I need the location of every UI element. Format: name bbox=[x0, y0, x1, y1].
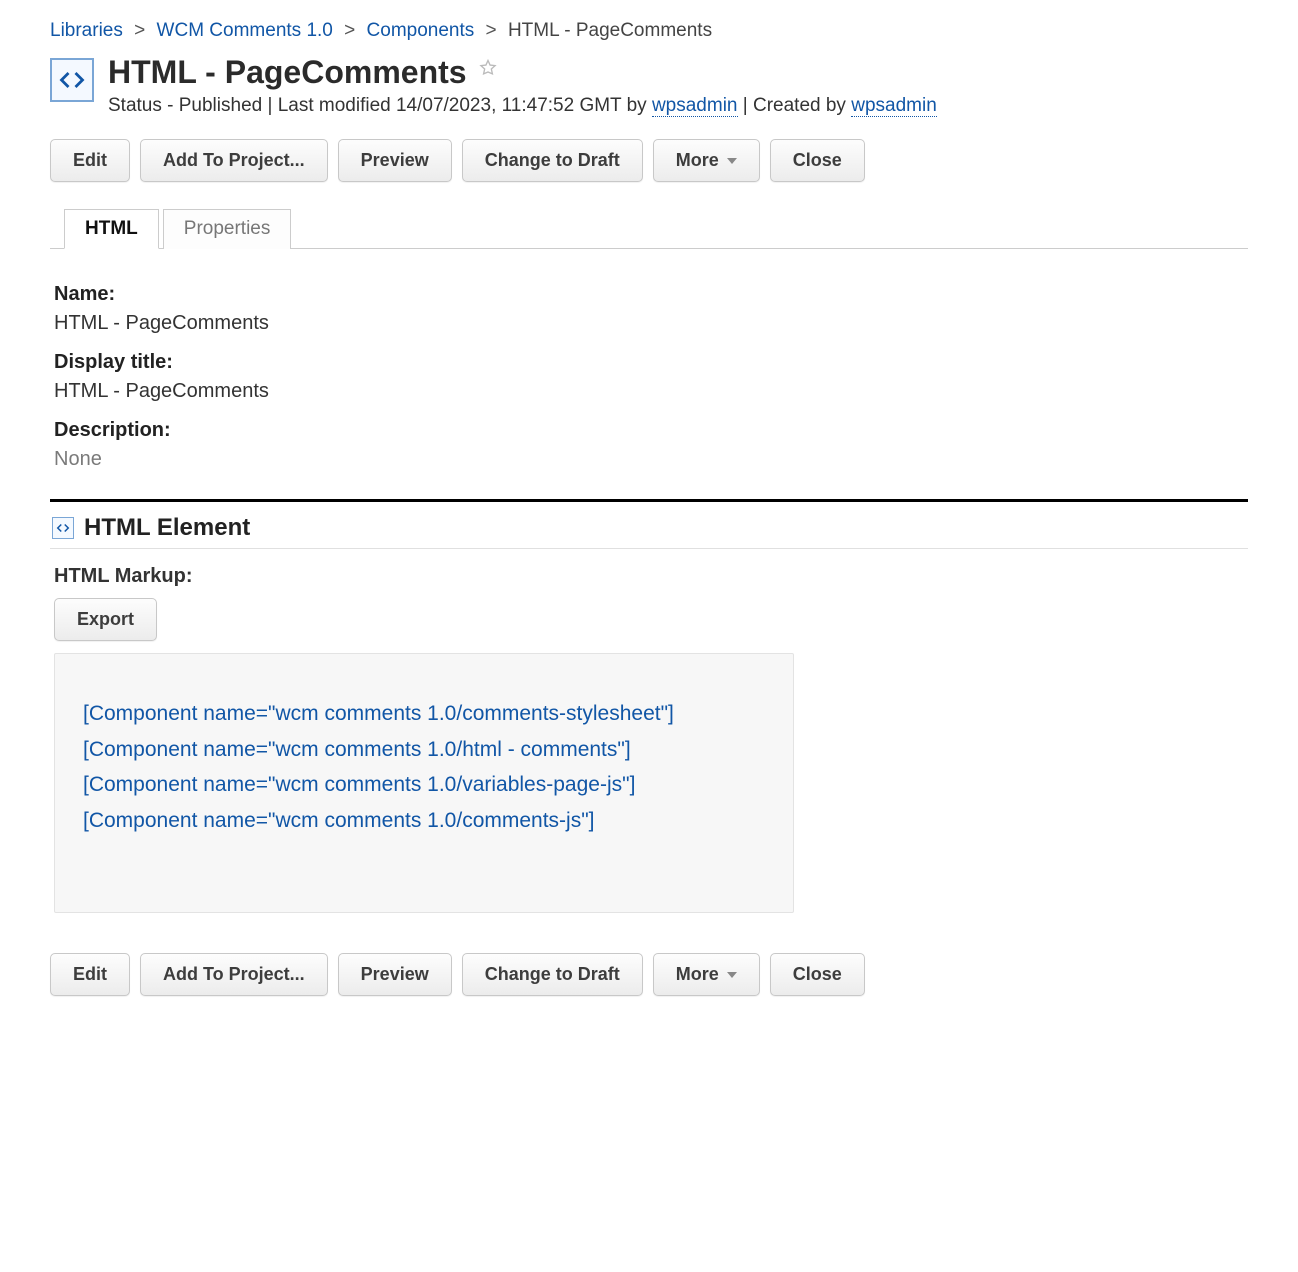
breadcrumb: Libraries > WCM Comments 1.0 > Component… bbox=[50, 20, 1248, 42]
preview-button[interactable]: Preview bbox=[338, 139, 452, 182]
html-component-icon bbox=[52, 517, 74, 539]
description-value: None bbox=[54, 448, 1244, 471]
more-label: More bbox=[676, 150, 719, 171]
status-mid: | Created by bbox=[738, 95, 852, 116]
chevron-right-icon: > bbox=[486, 20, 497, 41]
close-button[interactable]: Close bbox=[770, 139, 865, 182]
change-to-draft-button[interactable]: Change to Draft bbox=[462, 139, 643, 182]
edit-button[interactable]: Edit bbox=[50, 139, 130, 182]
page-title: HTML - PageComments bbox=[108, 54, 467, 90]
component-reference[interactable]: [Component name="wcm comments 1.0/commen… bbox=[83, 696, 765, 732]
chevron-right-icon: > bbox=[344, 20, 355, 41]
component-reference[interactable]: [Component name="wcm comments 1.0/variab… bbox=[83, 767, 765, 803]
more-button[interactable]: More bbox=[653, 953, 760, 996]
breadcrumb-libraries[interactable]: Libraries bbox=[50, 20, 123, 41]
html-element-section-header: HTML Element bbox=[50, 502, 1248, 549]
favorite-star-icon[interactable] bbox=[478, 58, 498, 83]
toolbar-top: Edit Add To Project... Preview Change to… bbox=[50, 139, 1248, 182]
created-by-link[interactable]: wpsadmin bbox=[851, 95, 937, 117]
more-button[interactable]: More bbox=[653, 139, 760, 182]
fields-panel: Name: HTML - PageComments Display title:… bbox=[50, 249, 1248, 499]
display-title-label: Display title: bbox=[54, 351, 1244, 374]
display-title-value: HTML - PageComments bbox=[54, 380, 1244, 403]
tab-bar: HTML Properties bbox=[50, 208, 1248, 249]
status-line: Status - Published | Last modified 14/07… bbox=[108, 95, 1248, 117]
add-to-project-button[interactable]: Add To Project... bbox=[140, 139, 328, 182]
name-value: HTML - PageComments bbox=[54, 312, 1244, 335]
tab-html[interactable]: HTML bbox=[64, 209, 159, 249]
breadcrumb-current: HTML - PageComments bbox=[508, 20, 712, 41]
change-to-draft-button[interactable]: Change to Draft bbox=[462, 953, 643, 996]
preview-button[interactable]: Preview bbox=[338, 953, 452, 996]
chevron-down-icon bbox=[727, 972, 737, 978]
component-reference[interactable]: [Component name="wcm comments 1.0/html -… bbox=[83, 732, 765, 768]
html-markup-viewer: [Component name="wcm comments 1.0/commen… bbox=[54, 653, 794, 913]
section-title: HTML Element bbox=[84, 514, 250, 542]
close-button[interactable]: Close bbox=[770, 953, 865, 996]
html-markup-label: HTML Markup: bbox=[54, 565, 1248, 588]
chevron-right-icon: > bbox=[134, 20, 145, 41]
component-reference[interactable]: [Component name="wcm comments 1.0/commen… bbox=[83, 803, 765, 839]
add-to-project-button[interactable]: Add To Project... bbox=[140, 953, 328, 996]
modified-by-link[interactable]: wpsadmin bbox=[652, 95, 738, 117]
export-button[interactable]: Export bbox=[54, 598, 157, 641]
breadcrumb-library[interactable]: WCM Comments 1.0 bbox=[157, 20, 333, 41]
toolbar-bottom: Edit Add To Project... Preview Change to… bbox=[50, 953, 1248, 996]
html-component-icon bbox=[50, 58, 94, 102]
name-label: Name: bbox=[54, 283, 1244, 306]
breadcrumb-components[interactable]: Components bbox=[367, 20, 475, 41]
more-label: More bbox=[676, 964, 719, 985]
chevron-down-icon bbox=[727, 158, 737, 164]
status-text: Status - Published | Last modified 14/07… bbox=[108, 95, 652, 116]
description-label: Description: bbox=[54, 419, 1244, 442]
edit-button[interactable]: Edit bbox=[50, 953, 130, 996]
tab-properties[interactable]: Properties bbox=[163, 209, 292, 249]
